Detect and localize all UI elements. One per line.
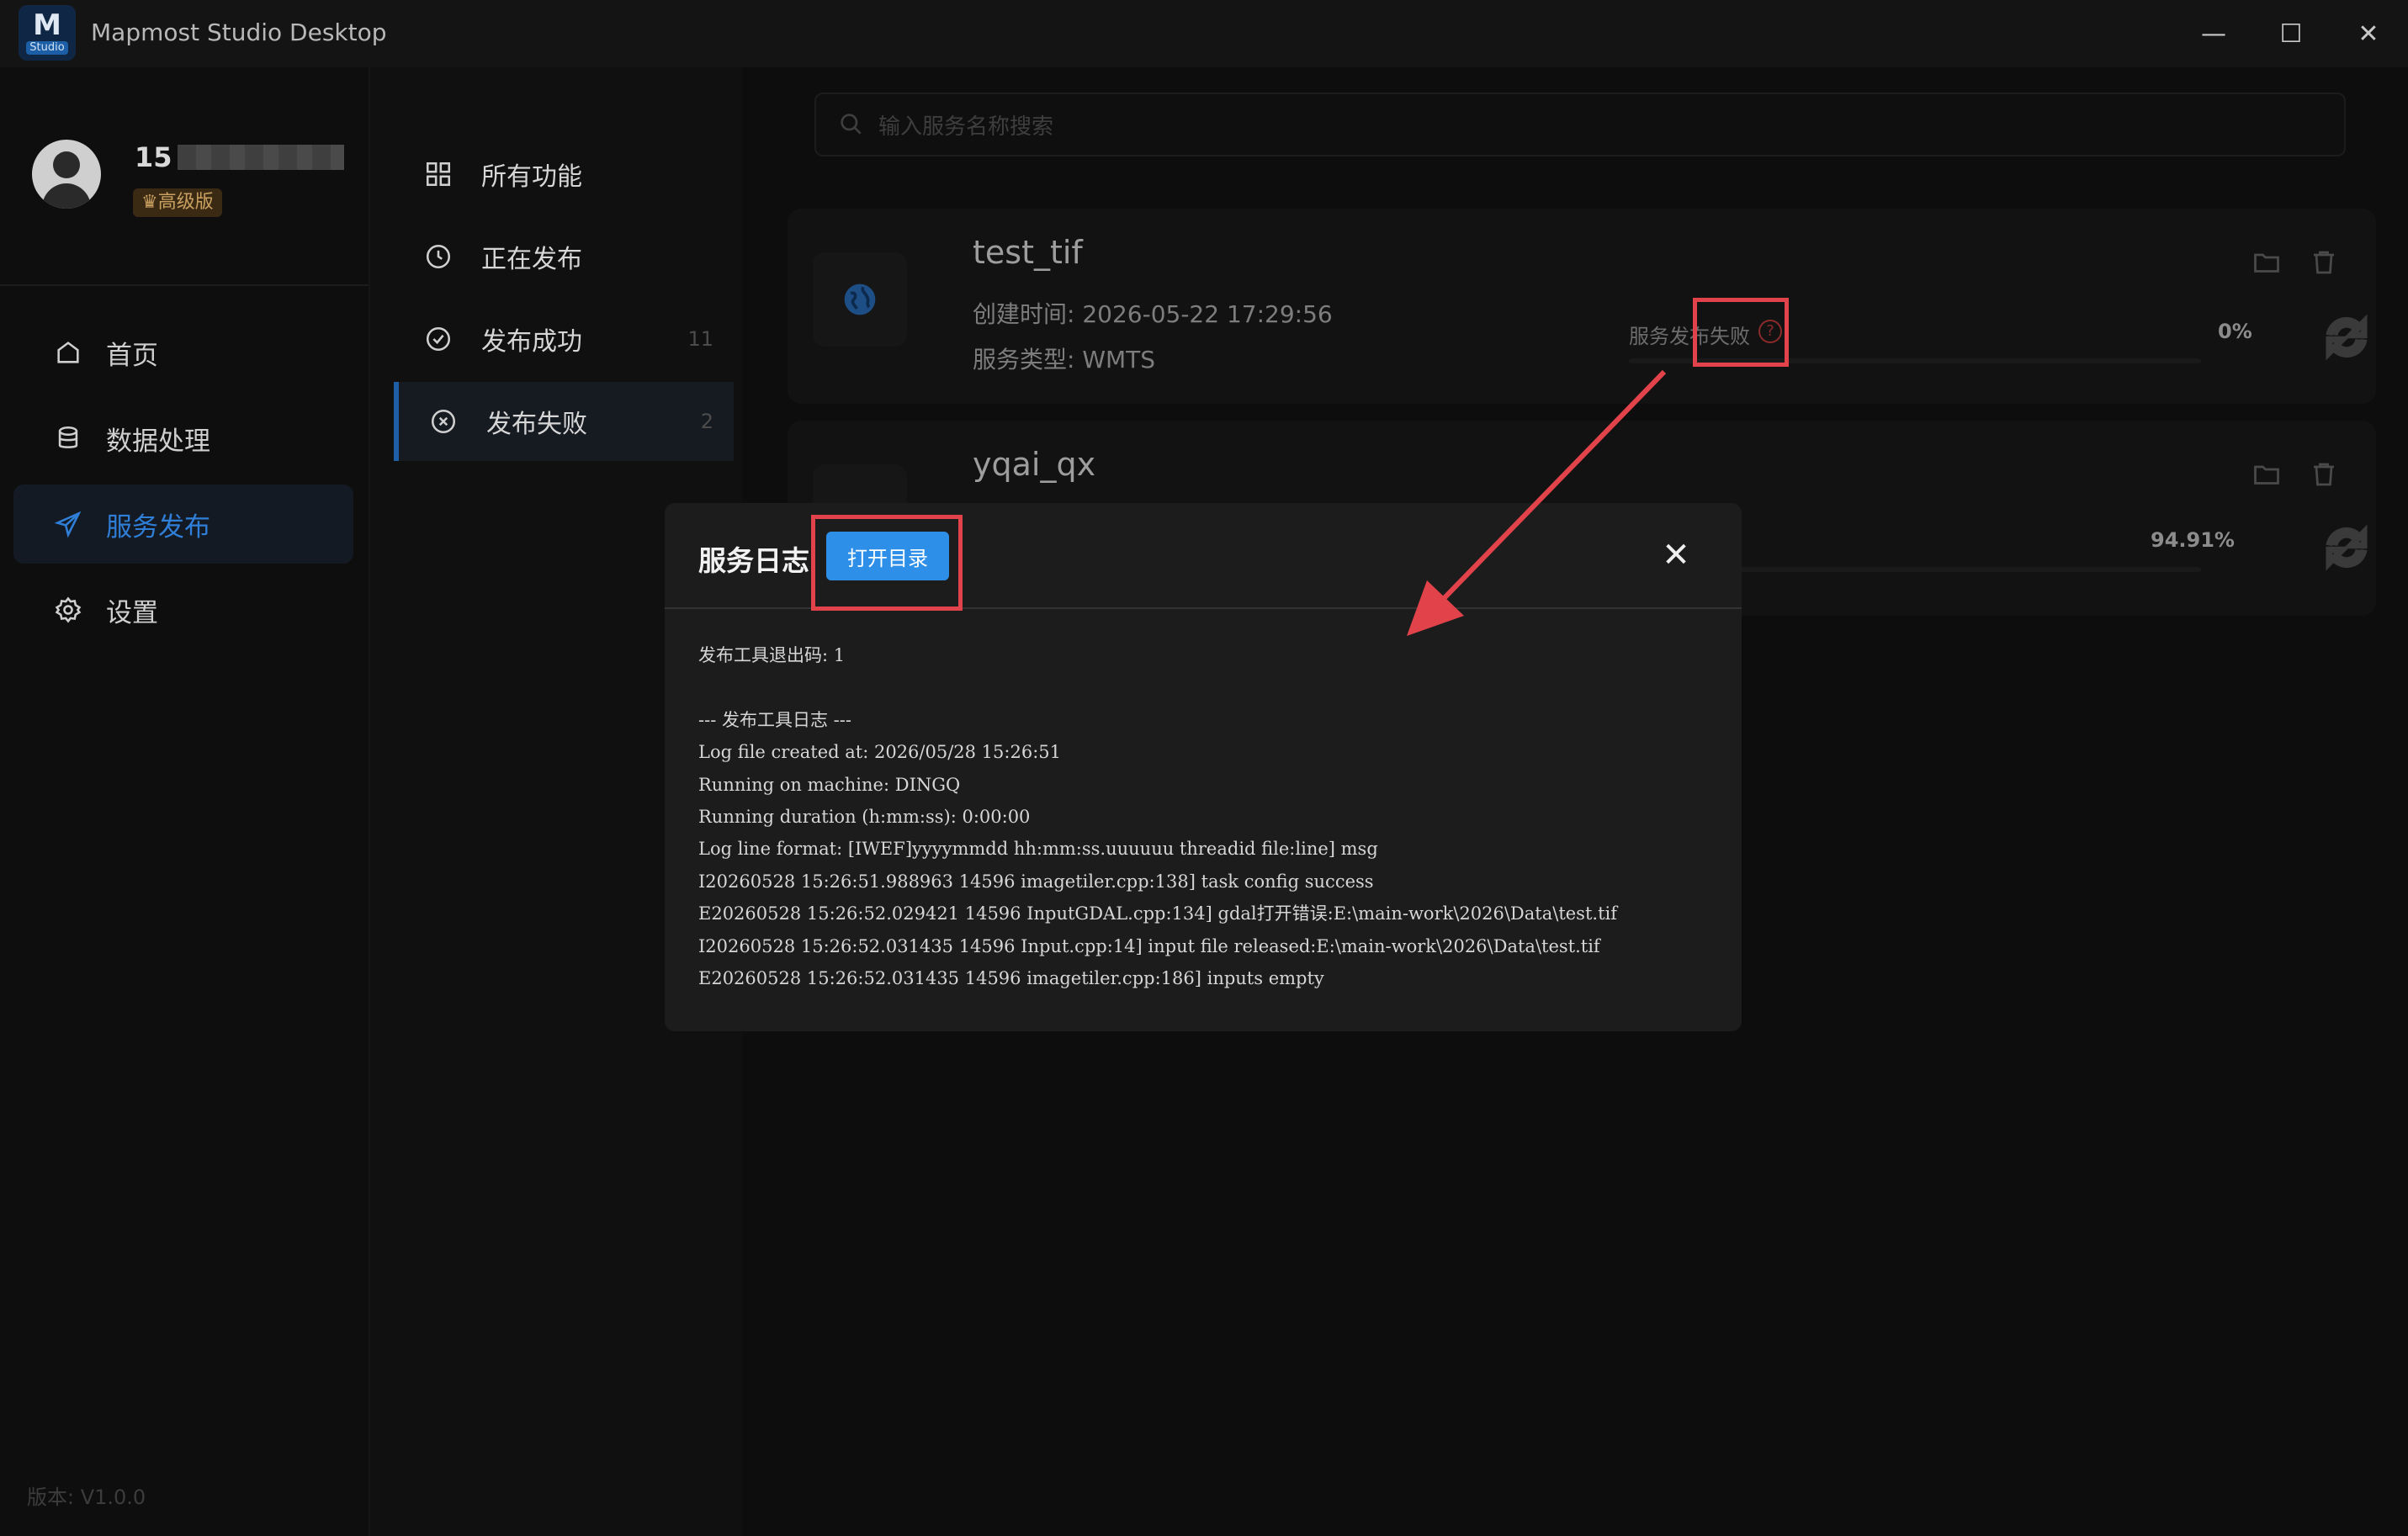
avatar-head (53, 151, 80, 178)
user-id-text: 15 (135, 141, 172, 173)
folder-icon[interactable] (2252, 247, 2282, 278)
maximize-icon: ☐ (2279, 19, 2303, 49)
log-line: --- 发布工具日志 --- (698, 709, 851, 730)
log-content: 发布工具退出码: 1 --- 发布工具日志 --- Log file creat… (698, 639, 1725, 994)
globe-icon (844, 283, 876, 315)
trash-icon[interactable] (2309, 247, 2339, 278)
sidebar-item-label: 首页 (106, 340, 158, 371)
service-type: 服务类型: WMTS (973, 346, 1156, 373)
search-placeholder: 输入服务名称搜索 (878, 114, 1054, 140)
logo-tag: Studio (26, 41, 68, 55)
avatar-body (42, 183, 91, 209)
sidebar-item-label: 服务发布 (106, 511, 210, 543)
service-progress-percent: 0% (2218, 320, 2252, 343)
close-icon: ✕ (2358, 19, 2379, 49)
logo-letter: M (33, 8, 61, 42)
plan-badge-label: 高级版 (157, 192, 214, 213)
database-icon (58, 426, 78, 448)
log-line: E20260528 15:26:52.029421 14596 InputGDA… (698, 903, 1617, 924)
dialog-title: 服务日志 (698, 544, 809, 577)
subnav-item-failed[interactable]: 发布失败 2 (394, 382, 734, 461)
minimize-button[interactable]: — (2193, 15, 2235, 52)
title-bar: M Studio Mapmost Studio Desktop — ☐ ✕ (0, 0, 2408, 67)
clock-icon (426, 244, 451, 269)
send-icon (54, 511, 82, 538)
subnav-count: 11 (687, 327, 713, 351)
log-line: I20260528 15:26:51.988963 14596 imagetil… (698, 871, 1374, 892)
avatar[interactable] (32, 140, 101, 209)
subnav-item-label: 发布成功 (481, 327, 582, 357)
log-line: I20260528 15:26:52.031435 14596 Input.cp… (698, 935, 1600, 956)
sidebar-item-home[interactable]: 首页 (13, 313, 353, 392)
log-line: E20260528 15:26:52.031435 14596 imagetil… (698, 967, 1324, 988)
retry-icon[interactable] (2320, 522, 2373, 574)
user-id-mask (177, 145, 344, 170)
log-line: Log line format: [IWEF]yyyymmdd hh:mm:ss… (698, 839, 1378, 860)
subnav-count: 2 (700, 410, 713, 433)
subnav-item-success[interactable]: 发布成功 11 (394, 299, 734, 379)
log-line: Running duration (h:mm:ss): 0:00:00 (698, 806, 1031, 827)
maximize-button[interactable]: ☐ (2270, 15, 2312, 52)
sidebar-item-data-processing[interactable]: 数据处理 (13, 399, 353, 478)
sidebar-item-settings[interactable]: 设置 (13, 570, 353, 649)
app-title: Mapmost Studio Desktop (91, 19, 387, 46)
sidebar-item-label: 设置 (106, 597, 158, 628)
service-name: yqai_qx (973, 446, 1096, 483)
close-dialog-button[interactable]: ✕ (1654, 533, 1698, 577)
minimize-icon: — (2201, 19, 2226, 49)
service-thumbnail (813, 252, 907, 347)
log-line: Log file created at: 2026/05/28 15:26:51 (698, 742, 1062, 763)
home-icon (57, 342, 79, 363)
subnav-item-all[interactable]: 所有功能 (394, 135, 734, 214)
search-input[interactable]: 输入服务名称搜索 (814, 93, 2346, 156)
sidebar-item-service-publish[interactable]: 服务发布 (13, 485, 353, 564)
log-line: Running on machine: DINGQ (698, 774, 961, 795)
search-icon (841, 114, 862, 135)
subnav-item-publishing[interactable]: 正在发布 (394, 217, 734, 296)
subnav-item-label: 正在发布 (481, 245, 582, 274)
gear-icon (55, 596, 82, 623)
log-line: 发布工具退出码: 1 (698, 645, 846, 665)
sidebar-divider (0, 284, 369, 286)
close-icon: ✕ (1662, 536, 1690, 575)
annotation-highlight-help (1693, 298, 1789, 367)
service-created-time: 创建时间: 2026-05-22 17:29:56 (973, 300, 1333, 328)
x-circle-icon (431, 409, 456, 434)
sidebar-item-label: 数据处理 (106, 426, 210, 457)
folder-icon[interactable] (2252, 459, 2282, 490)
app-logo-icon: M Studio (19, 5, 76, 61)
close-window-button[interactable]: ✕ (2347, 15, 2389, 52)
service-progress-percent: 94.91% (2151, 528, 2235, 552)
app-version: 版本: V1.0.0 (27, 1486, 146, 1509)
subnav-item-label: 所有功能 (481, 162, 582, 192)
service-card[interactable]: test_tif 创建时间: 2026-05-22 17:29:56 服务类型:… (788, 209, 2376, 404)
sidebar: 15 ♛高级版 首页 数据处理 服务发布 设置 版本: V1.0.0 (0, 67, 369, 1536)
retry-icon[interactable] (2320, 311, 2373, 363)
user-id: 15 (135, 141, 344, 173)
grid-icon (426, 162, 451, 187)
crown-icon: ♛ (141, 192, 158, 213)
annotation-highlight-open-button (811, 515, 963, 611)
service-name: test_tif (973, 234, 1083, 271)
trash-icon[interactable] (2309, 459, 2339, 490)
check-circle-icon (426, 326, 451, 352)
subnav-item-label: 发布失败 (486, 410, 587, 439)
plan-badge: ♛高级版 (133, 188, 222, 217)
